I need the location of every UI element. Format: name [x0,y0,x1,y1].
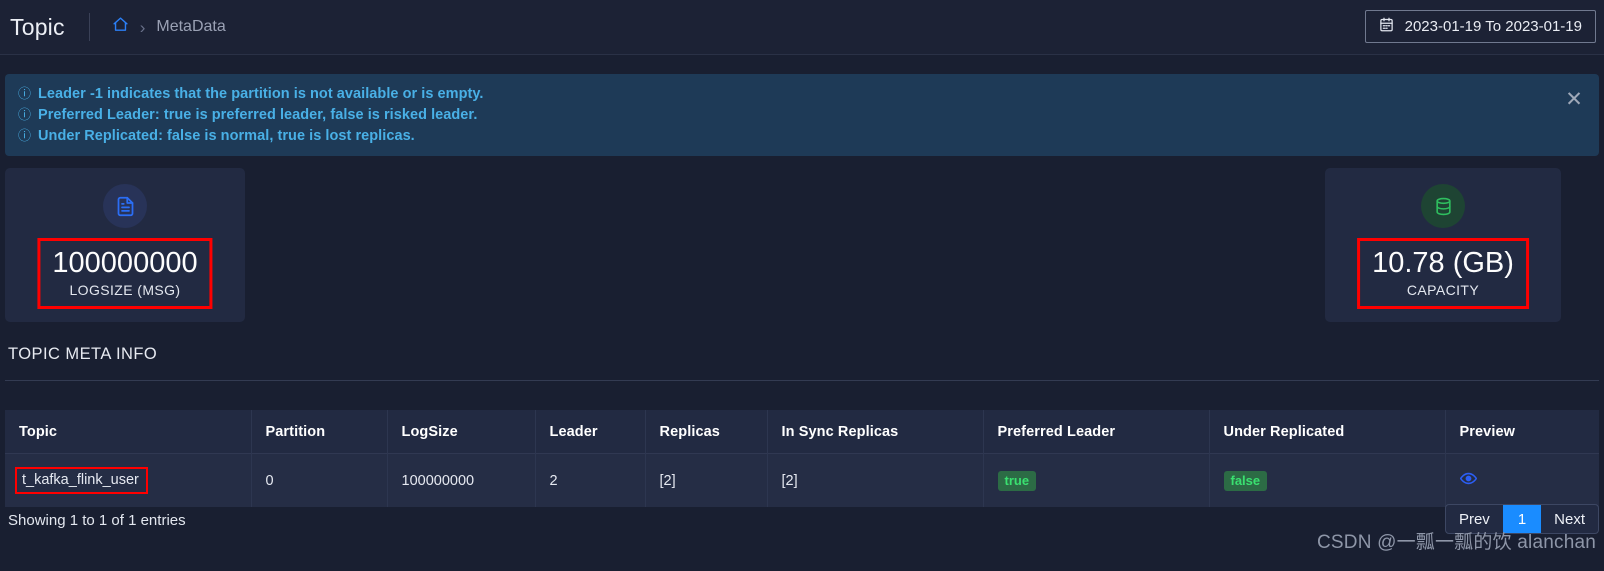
stat-label-logsize: LOGSIZE (MSG) [69,282,181,298]
calendar-icon [1379,17,1394,37]
cell-in-sync-replicas: [2] [767,453,984,507]
alert-line-text: Leader -1 indicates that the partition i… [38,85,484,102]
meta-info-table-panel: Topic Partition LogSize Leader Replicas … [5,410,1599,507]
section-divider [5,380,1599,381]
cell-topic: t_kafka_flink_user [5,453,252,507]
date-range-picker[interactable]: 2023-01-19 To 2023-01-19 [1364,10,1596,43]
stat-value-logsize: 100000000 [52,247,198,279]
watermark-text: CSDN @一瓢一瓢的饮 alanchan [1316,532,1596,553]
date-range-value: 2023-01-19 To 2023-01-19 [1404,18,1582,35]
alert-line: ⓘ Under Replicated: false is normal, tru… [18,125,1599,146]
section-title-topic-meta-info: TOPIC META INFO [8,345,158,363]
column-header-in-sync-replicas[interactable]: In Sync Replicas [767,410,984,454]
info-circle-icon: ⓘ [18,107,32,122]
table-row: t_kafka_flink_user 0 100000000 2 [2] [2]… [5,453,1599,507]
breadcrumb-separator-icon: › [139,17,146,37]
close-icon[interactable]: ✕ [1563,89,1585,112]
cell-leader: 2 [535,453,646,507]
column-header-logsize[interactable]: LogSize [387,410,536,454]
topic-name-annotation: t_kafka_flink_user [15,467,148,494]
column-header-preferred-leader[interactable]: Preferred Leader [983,410,1210,454]
status-badge-preferred-leader: true [997,470,1037,491]
page-title: Topic [10,13,65,40]
stat-label-capacity: CAPACITY [1406,282,1480,298]
alert-line-text: Preferred Leader: true is preferred lead… [38,106,478,123]
column-header-topic[interactable]: Topic [5,410,252,454]
cell-logsize: 100000000 [387,453,536,507]
info-alert: ⓘ Leader -1 indicates that the partition… [5,74,1599,156]
meta-info-table: Topic Partition LogSize Leader Replicas … [5,410,1599,507]
cell-preview [1445,453,1599,507]
column-header-leader[interactable]: Leader [535,410,646,454]
stat-annotation-box-logsize: 100000000 LOGSIZE (MSG) [37,238,213,309]
breadcrumb-item-metadata[interactable]: MetaData [156,18,225,36]
stat-annotation-box-capacity: 10.78 (GB) CAPACITY [1357,238,1529,309]
page-header: Topic › MetaData 2023-01-19 To 2023-01-1… [0,0,1604,55]
column-header-replicas[interactable]: Replicas [645,410,768,454]
column-header-preview[interactable]: Preview [1445,410,1599,454]
stat-value-capacity: 10.78 (GB) [1372,247,1514,279]
cell-replicas: [2] [645,453,768,507]
breadcrumb: › MetaData [112,16,226,38]
table-header-row: Topic Partition LogSize Leader Replicas … [5,410,1599,454]
database-icon [1421,184,1465,228]
cell-partition: 0 [251,453,388,507]
status-badge-under-replicated: false [1223,470,1268,491]
home-icon[interactable] [112,16,129,38]
eye-icon[interactable] [1459,470,1477,491]
column-header-partition[interactable]: Partition [251,410,388,454]
column-header-under-replicated[interactable]: Under Replicated [1209,410,1446,454]
alert-line: ⓘ Preferred Leader: true is preferred le… [18,104,1599,125]
info-circle-icon: ⓘ [18,128,32,143]
alert-line-text: Under Replicated: false is normal, true … [38,127,415,144]
cell-under-replicated: false [1209,453,1446,507]
info-circle-icon: ⓘ [18,86,32,101]
file-document-icon [103,184,147,228]
header-divider [88,13,90,41]
topic-metadata-page: Topic › MetaData 2023-01-19 To 2023-01-1… [0,0,1604,571]
stat-card-capacity: 10.78 (GB) CAPACITY [1325,168,1561,322]
cell-preferred-leader: true [983,453,1210,507]
alert-line: ⓘ Leader -1 indicates that the partition… [18,83,1599,104]
entries-count-text: Showing 1 to 1 of 1 entries [8,512,186,529]
stat-card-logsize: 100000000 LOGSIZE (MSG) [5,168,245,322]
